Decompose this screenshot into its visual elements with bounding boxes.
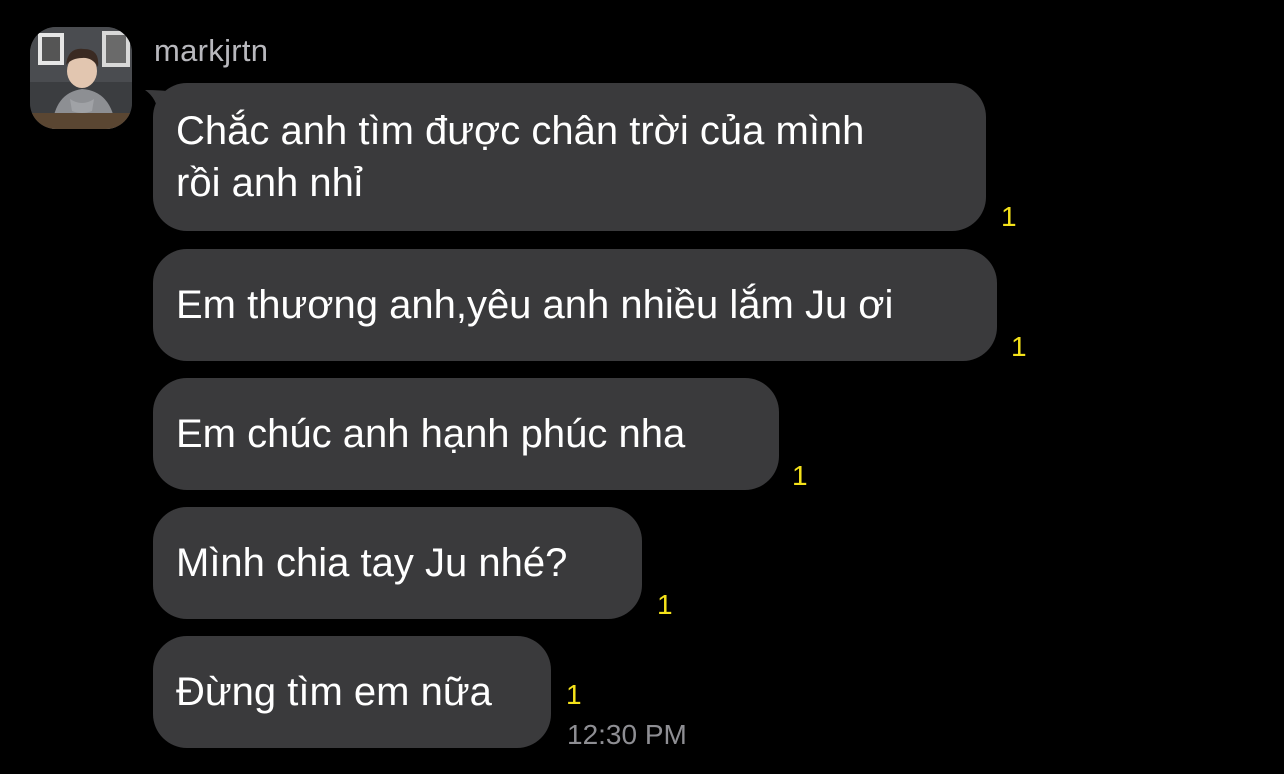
- avatar-photo-icon: [30, 27, 132, 129]
- unread-count: 1: [1001, 201, 1017, 232]
- avatar[interactable]: [30, 27, 132, 129]
- message-text: rồi anh nhỉ: [176, 161, 363, 205]
- message-bubble[interactable]: Đừng tìm em nữa: [153, 636, 551, 748]
- unread-count: 1: [792, 460, 808, 491]
- sender-name: markjrtn: [154, 33, 269, 68]
- message-bubble[interactable]: Em thương anh,yêu anh nhiều lắm Ju ơi: [153, 249, 997, 361]
- unread-count: 1: [566, 679, 582, 710]
- message-bubble[interactable]: Chắc anh tìm được chân trời của mình rồi…: [153, 83, 986, 231]
- message-bubble[interactable]: Mình chia tay Ju nhé?: [153, 507, 642, 619]
- message-text: Em chúc anh hạnh phúc nha: [176, 412, 686, 456]
- message-text: Đừng tìm em nữa: [176, 670, 492, 714]
- message-bubble[interactable]: Em chúc anh hạnh phúc nha: [153, 378, 779, 490]
- message-text: Em thương anh,yêu anh nhiều lắm Ju ơi: [176, 283, 894, 327]
- message-text: Chắc anh tìm được chân trời của mình: [176, 109, 865, 153]
- unread-count: 1: [657, 589, 673, 620]
- unread-count: 1: [1011, 331, 1027, 362]
- chat-view: markjrtn Chắc anh tìm được chân trời của…: [0, 0, 1284, 774]
- message-text: Mình chia tay Ju nhé?: [176, 541, 568, 585]
- message-timestamp: 12:30 PM: [567, 719, 687, 750]
